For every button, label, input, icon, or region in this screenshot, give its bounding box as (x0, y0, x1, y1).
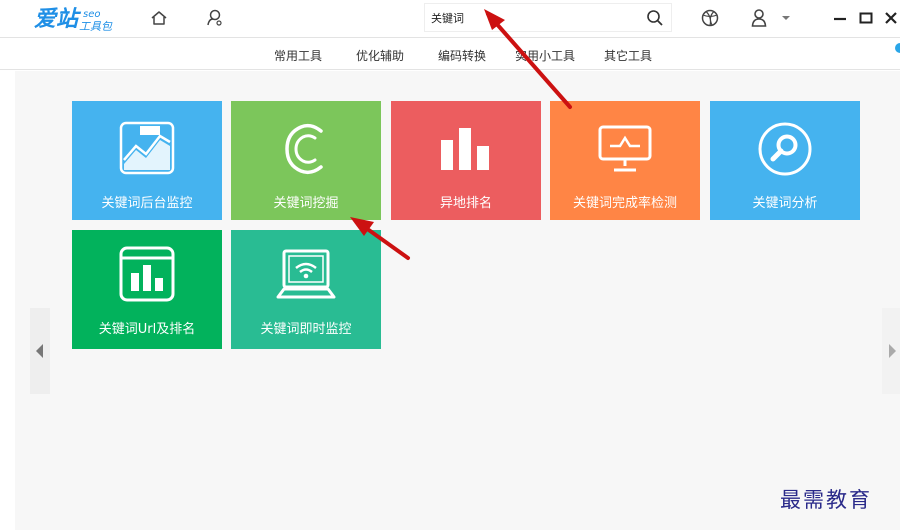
tile-keyword-completion-check[interactable]: 关键词完成率检测 (550, 101, 700, 220)
title-bar: 爱站 seo 工具包 (0, 0, 900, 38)
search-input[interactable] (429, 7, 639, 29)
minimize-icon[interactable] (829, 7, 851, 29)
tile-keyword-backend-monitor[interactable]: 关键词后台监控 (72, 101, 222, 220)
prev-page-button[interactable] (30, 308, 50, 394)
logo-main-text: 爱站 (34, 6, 79, 32)
laptop-wifi-icon (231, 246, 381, 306)
tile-label: 异地排名 (439, 196, 492, 211)
magnifier-icon (710, 119, 860, 179)
home-icon[interactable] (148, 7, 170, 29)
watermark-text: 最需教育 (780, 488, 872, 512)
nav-item-encoding[interactable]: 编码转换 (438, 47, 486, 64)
tile-keyword-url-ranking[interactable]: 关键词Url及排名 (72, 230, 222, 349)
tile-remote-ranking[interactable]: 异地排名 (391, 101, 541, 220)
user-icon[interactable] (748, 7, 770, 29)
tile-label: 关键词分析 (752, 196, 818, 211)
bar-chart-window-icon (72, 244, 222, 304)
user-location-icon[interactable] (203, 7, 225, 29)
tile-label: 关键词挖掘 (273, 196, 339, 211)
notification-dot (895, 43, 900, 53)
maximize-icon[interactable] (855, 7, 877, 29)
nav-item-optimization[interactable]: 优化辅助 (356, 47, 404, 64)
search-box (424, 3, 672, 32)
logo-tool-text: 工具包 (79, 20, 113, 33)
close-icon[interactable] (882, 7, 900, 29)
nav-item-utilities[interactable]: 实用小工具 (515, 47, 575, 64)
category-nav: 常用工具 优化辅助 编码转换 实用小工具 其它工具 (0, 38, 900, 70)
tile-label: 关键词完成率检测 (572, 196, 677, 211)
app-logo: 爱站 seo 工具包 (34, 2, 112, 32)
tile-keyword-mining[interactable]: 关键词挖掘 (231, 101, 381, 220)
search-icon[interactable] (645, 8, 665, 28)
tile-label: 关键词Url及排名 (98, 322, 196, 337)
chevron-down-icon[interactable] (779, 7, 793, 29)
tile-keyword-realtime-monitor[interactable]: 关键词即时监控 (231, 230, 381, 349)
nav-item-common-tools[interactable]: 常用工具 (274, 47, 322, 64)
logo-sub: seo 工具包 (79, 9, 113, 33)
bar-chart-icon (391, 119, 541, 179)
tile-keyword-analysis[interactable]: 关键词分析 (710, 101, 860, 220)
monitor-chart-icon (72, 119, 222, 179)
logo-seo-text: seo (83, 9, 101, 20)
tile-label: 关键词即时监控 (260, 322, 352, 337)
next-page-button[interactable] (882, 308, 900, 394)
presentation-screen-icon (550, 119, 700, 179)
basketball-icon[interactable] (699, 7, 721, 29)
tile-label: 关键词后台监控 (101, 196, 193, 211)
c-logo-icon (231, 119, 381, 179)
nav-item-other-tools[interactable]: 其它工具 (604, 47, 652, 64)
